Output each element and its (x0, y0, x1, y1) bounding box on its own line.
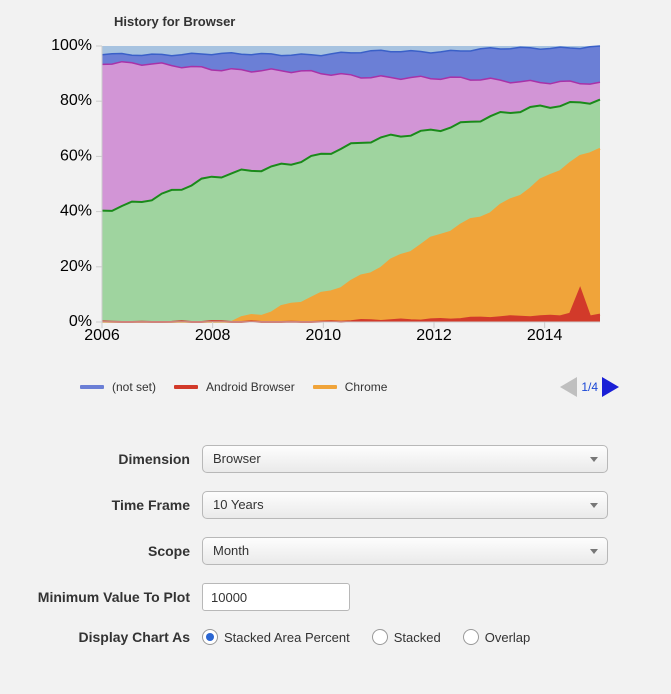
svg-text:2008: 2008 (195, 327, 231, 344)
legend-item: Chrome (313, 380, 388, 394)
svg-text:80%: 80% (60, 92, 92, 109)
radio-label: Stacked (394, 630, 441, 645)
pager-text: 1/4 (581, 380, 598, 394)
svg-text:2010: 2010 (306, 327, 342, 344)
svg-text:40%: 40% (60, 203, 92, 220)
svg-text:2012: 2012 (416, 327, 452, 344)
chart-svg: 0%20%40%60%80%100%20062008201020122014 (14, 6, 612, 351)
app-root: History for Browser 0%20%40%60%80%100%20… (0, 0, 671, 694)
svg-text:60%: 60% (60, 147, 92, 164)
svg-text:20%: 20% (60, 258, 92, 275)
legend-swatch (313, 385, 337, 389)
legend: (not set) Android Browser Chrome 1/4 (80, 372, 661, 402)
chart-title: History for Browser (114, 14, 235, 29)
legend-item: (not set) (80, 380, 156, 394)
display-as-radios: Stacked Area Percent Stacked Overlap (202, 629, 530, 645)
pager-prev-icon (560, 377, 577, 397)
display-radio[interactable]: Stacked Area Percent (202, 629, 350, 645)
legend-swatch (174, 385, 198, 389)
svg-text:2014: 2014 (527, 327, 563, 344)
svg-text:2006: 2006 (84, 327, 120, 344)
display-radio[interactable]: Overlap (463, 629, 531, 645)
pager-next-icon[interactable] (602, 377, 619, 397)
scope-label: Scope (10, 543, 202, 559)
scope-select[interactable]: Month (202, 537, 608, 565)
legend-item: Android Browser (174, 380, 295, 394)
timeframe-select[interactable]: 10 Years (202, 491, 608, 519)
legend-pager: 1/4 (560, 377, 619, 397)
legend-label: Chrome (345, 380, 388, 394)
chart: History for Browser 0%20%40%60%80%100%20… (14, 6, 612, 366)
dimension-label: Dimension (10, 451, 202, 467)
radio-dot-icon (463, 629, 479, 645)
radio-dot-icon (202, 629, 218, 645)
min-value-input[interactable] (202, 583, 350, 611)
radio-label: Overlap (485, 630, 531, 645)
legend-label: Android Browser (206, 380, 295, 394)
timeframe-label: Time Frame (10, 497, 202, 513)
svg-text:100%: 100% (51, 37, 92, 54)
dimension-select[interactable]: Browser (202, 445, 608, 473)
legend-label: (not set) (112, 380, 156, 394)
legend-swatch (80, 385, 104, 389)
radio-dot-icon (372, 629, 388, 645)
display-as-label: Display Chart As (10, 629, 202, 645)
min-value-label: Minimum Value To Plot (10, 589, 202, 605)
display-radio[interactable]: Stacked (372, 629, 441, 645)
settings-form: Dimension Browser Time Frame 10 Years Sc… (10, 436, 608, 654)
radio-label: Stacked Area Percent (224, 630, 350, 645)
